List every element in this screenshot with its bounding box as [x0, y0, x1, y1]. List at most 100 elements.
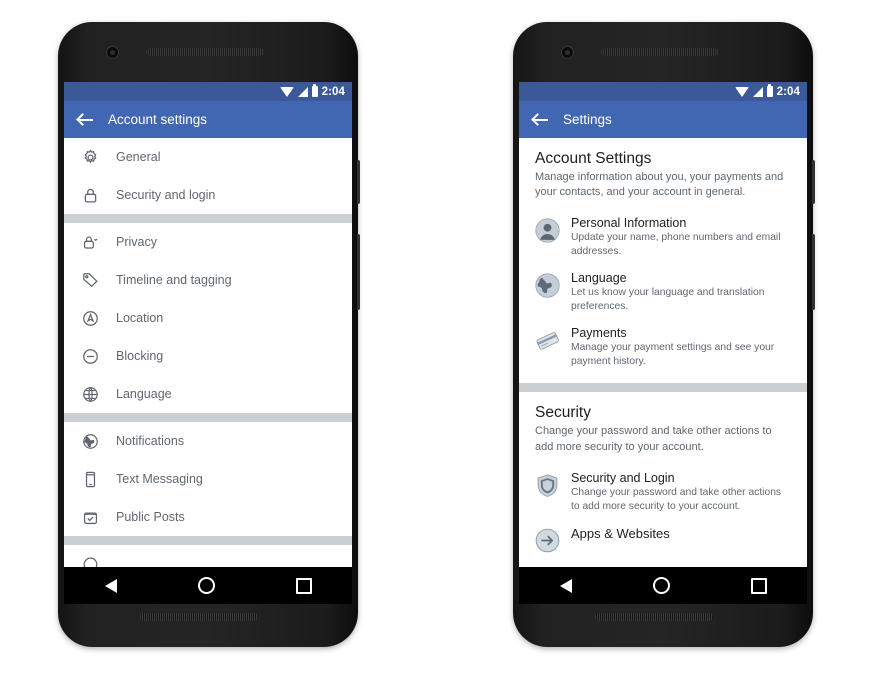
- list-item-description: Manage your payment settings and see you…: [571, 342, 775, 368]
- list-item-label: Language: [116, 387, 172, 401]
- location-pin-icon: [80, 308, 100, 328]
- list-item-description: Update your name, phone numbers and emai…: [571, 232, 781, 258]
- phone-icon: [80, 469, 100, 489]
- wifi-icon: [279, 86, 294, 97]
- battery-icon: [766, 84, 773, 97]
- status-time: 2:04: [321, 85, 345, 98]
- globe-outline-icon: [80, 384, 100, 404]
- list-item-title: Payments: [571, 326, 627, 341]
- nav-recents-icon[interactable]: [295, 577, 312, 594]
- phone-bezel-top: [513, 22, 813, 82]
- lock-icon: [80, 185, 100, 205]
- list-item-body: Personal Information Update your name, p…: [571, 216, 791, 259]
- list-item-body: Security and Login Change your password …: [571, 471, 791, 514]
- list-item-personal-information[interactable]: Personal Information Update your name, p…: [519, 210, 807, 266]
- globe-circle-icon: [535, 273, 560, 298]
- list-item-label: General: [116, 150, 161, 164]
- status-bar: 2:04: [519, 82, 807, 101]
- list-item-security-and-login[interactable]: Security and login: [64, 176, 352, 214]
- list-item-label: Blocking: [116, 349, 164, 363]
- list-item-privacy[interactable]: Privacy: [64, 223, 352, 261]
- section-title: Security: [535, 404, 591, 422]
- list-item-text-messaging[interactable]: Text Messaging: [64, 460, 352, 498]
- back-arrow-icon[interactable]: [532, 111, 549, 128]
- block-icon: [80, 346, 100, 366]
- signal-icon: [297, 86, 308, 97]
- list-item-location[interactable]: Location: [64, 299, 352, 337]
- credit-card-icon: [535, 328, 560, 353]
- list-item-body: Apps & Websites: [571, 526, 791, 553]
- section-divider: [64, 536, 352, 545]
- list-item-general[interactable]: General: [64, 138, 352, 176]
- list-item-body: Language Let us know your language and t…: [571, 271, 791, 314]
- settings-group-3: Notifications Text Messaging Public Post…: [64, 422, 352, 536]
- apps-arrow-icon: [535, 528, 560, 553]
- check-badge-icon: [80, 507, 100, 527]
- list-item-label: Text Messaging: [116, 472, 203, 486]
- gear-icon: [80, 147, 100, 167]
- earpiece-speaker: [601, 48, 719, 56]
- privacy-lock-icon: [80, 232, 100, 252]
- list-item-title: Apps & Websites: [571, 525, 670, 541]
- status-bar: 2:04: [64, 82, 352, 101]
- list-item-security-and-login[interactable]: Security and Login Change your password …: [519, 464, 807, 520]
- section-divider: [64, 413, 352, 422]
- list-item-label: Public Posts: [116, 510, 185, 524]
- list-item-title: Personal Information: [571, 216, 687, 231]
- shield-icon: [535, 473, 560, 498]
- list-item-notifications[interactable]: Notifications: [64, 422, 352, 460]
- bottom-speaker: [140, 613, 258, 621]
- section-account-settings: Account Settings Manage information abou…: [519, 138, 807, 211]
- list-item-label: Security and login: [116, 188, 216, 202]
- list-item-payments[interactable]: Payments Manage your payment settings an…: [519, 320, 807, 376]
- nav-back-icon[interactable]: [559, 578, 572, 593]
- android-nav-bar: [519, 567, 807, 604]
- screen-left: 2:04 Account settings General Security a…: [64, 82, 352, 587]
- bottom-speaker: [595, 613, 713, 621]
- status-time: 2:04: [776, 85, 800, 98]
- tag-icon: [80, 270, 100, 290]
- volume-button[interactable]: [812, 234, 815, 310]
- security-items: Security and Login Change your password …: [519, 464, 807, 567]
- app-bar: Settings: [519, 101, 807, 138]
- list-item-label: Notifications: [116, 434, 185, 448]
- list-item-apps-and-websites[interactable]: Apps & Websites: [519, 519, 807, 559]
- nav-recents-icon[interactable]: [750, 577, 767, 594]
- nav-back-icon[interactable]: [104, 578, 117, 593]
- front-camera-icon: [561, 46, 574, 59]
- list-item-title: Security and Login: [571, 470, 675, 485]
- status-icon-group: [279, 84, 318, 97]
- volume-button[interactable]: [357, 234, 360, 310]
- section-security: Security Change your password and take o…: [519, 392, 807, 465]
- list-item-public-posts[interactable]: Public Posts: [64, 498, 352, 536]
- android-nav-bar: [64, 567, 352, 604]
- phone-bezel-top: [58, 22, 358, 82]
- account-settings-items: Personal Information Update your name, p…: [519, 210, 807, 383]
- list-item-language[interactable]: Language Let us know your language and t…: [519, 265, 807, 321]
- phone-device-left: 2:04 Account settings General Security a…: [58, 22, 360, 647]
- section-divider: [64, 214, 352, 223]
- back-arrow-icon[interactable]: [77, 111, 94, 128]
- list-item-blocking[interactable]: Blocking: [64, 337, 352, 375]
- list-item-timeline-and-tagging[interactable]: Timeline and tagging: [64, 261, 352, 299]
- nav-home-icon[interactable]: [652, 577, 670, 594]
- nav-home-icon[interactable]: [197, 577, 215, 594]
- section-divider: [519, 383, 807, 393]
- earpiece-speaker: [146, 48, 264, 56]
- app-bar: Account settings: [64, 101, 352, 138]
- list-item-description: Change your password and take other acti…: [571, 486, 782, 512]
- section-description: Manage information about you, your payme…: [535, 171, 784, 199]
- list-item-label: Privacy: [116, 235, 157, 249]
- list-item-description: Let us know your language and translatio…: [571, 287, 765, 313]
- power-button[interactable]: [357, 160, 360, 204]
- list-item-language[interactable]: Language: [64, 375, 352, 413]
- power-button[interactable]: [812, 160, 815, 204]
- wifi-icon: [734, 86, 749, 97]
- phone-device-right: 2:04 Settings Account Settings Manage in…: [513, 22, 815, 647]
- battery-icon: [311, 84, 318, 97]
- list-item-label: Timeline and tagging: [116, 273, 232, 287]
- screen-right: 2:04 Settings Account Settings Manage in…: [519, 82, 807, 587]
- signal-icon: [752, 86, 763, 97]
- list-item-body: Payments Manage your payment settings an…: [571, 326, 791, 369]
- status-icon-group: [734, 84, 773, 97]
